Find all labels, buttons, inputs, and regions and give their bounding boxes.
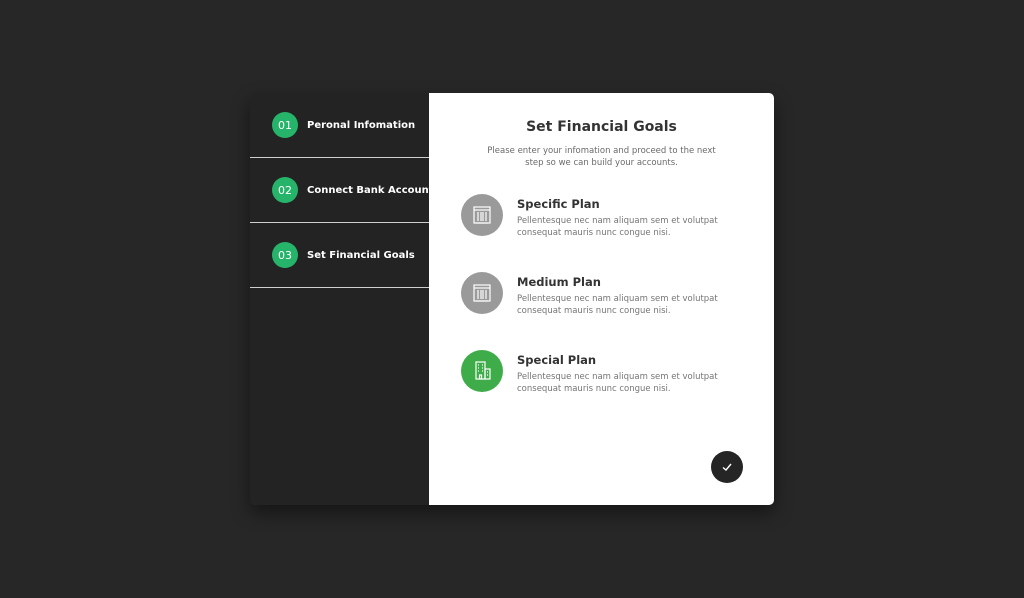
step-label: Set Financial Goals <box>307 249 415 261</box>
plan-description: Pellentesque nec nam aliquam sem et volu… <box>517 372 718 394</box>
plan-title: Medium Plan <box>517 275 601 289</box>
building-icon <box>473 284 491 302</box>
building-icon <box>473 206 491 224</box>
plan-description: Pellentesque nec nam aliquam sem et volu… <box>517 216 718 238</box>
checkmark-icon <box>722 463 732 471</box>
plan-option-medium[interactable]: Medium Plan Pellentesque nec nam aliquam… <box>461 272 754 316</box>
step-number-badge: 01 <box>272 112 298 138</box>
main-panel: Set Financial Goals Please enter your in… <box>429 93 774 505</box>
submit-button[interactable] <box>711 451 743 483</box>
plan-description: Pellentesque nec nam aliquam sem et volu… <box>517 294 718 316</box>
step-label: Peronal Infomation <box>307 119 416 131</box>
step-number-badge: 02 <box>272 177 298 203</box>
step-connect-bank-account[interactable]: 02 Connect Bank Account <box>250 158 434 223</box>
plan-option-specific[interactable]: Specific Plan Pellentesque nec nam aliqu… <box>461 194 754 238</box>
plan-icon-circle <box>461 272 503 314</box>
step-number-badge: 03 <box>272 242 298 268</box>
wizard-card: 01 Peronal Infomation 02 Connect Bank Ac… <box>250 93 774 505</box>
plan-title: Special Plan <box>517 353 597 367</box>
plan-icon-circle <box>461 350 503 392</box>
step-label: Connect Bank Account <box>307 184 434 196</box>
page-subtitle: Please enter your infomation and proceed… <box>487 146 716 168</box>
step-personal-information[interactable]: 01 Peronal Infomation <box>250 93 429 158</box>
step-set-financial-goals[interactable]: 03 Set Financial Goals <box>250 223 429 288</box>
plan-title: Specific Plan <box>517 197 600 211</box>
plan-option-special[interactable]: Special Plan Pellentesque nec nam aliqua… <box>461 350 754 394</box>
buildings-icon <box>475 361 491 380</box>
steps-sidebar: 01 Peronal Infomation 02 Connect Bank Ac… <box>250 93 434 505</box>
plan-icon-circle <box>461 194 503 236</box>
page-title: Set Financial Goals <box>526 119 677 135</box>
